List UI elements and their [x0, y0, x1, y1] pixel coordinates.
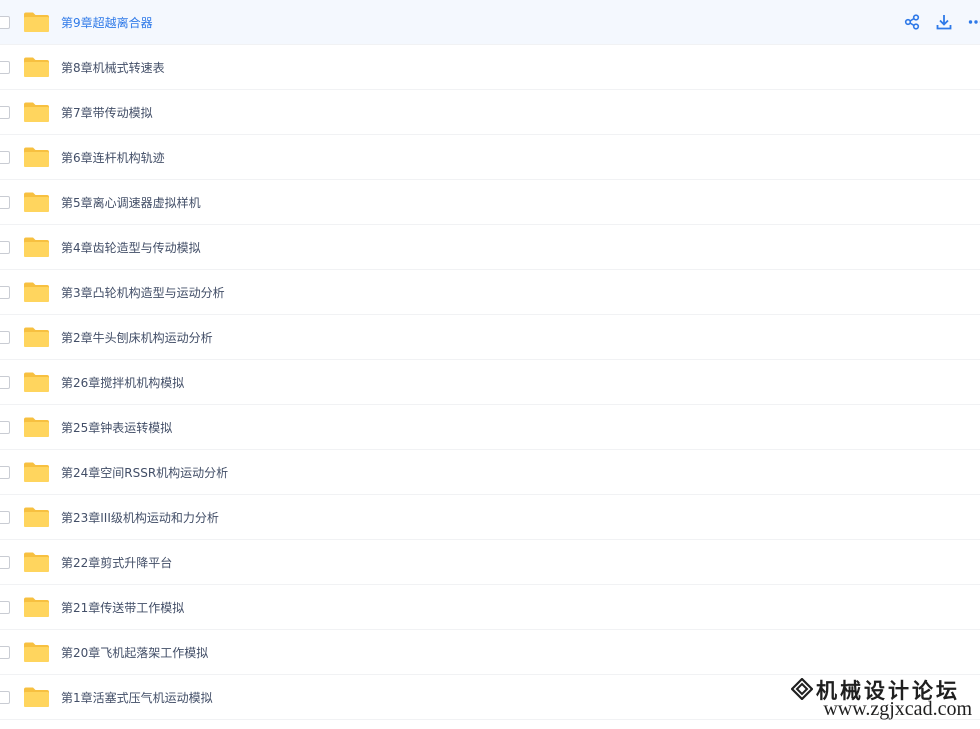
row-checkbox[interactable] — [0, 645, 10, 659]
row-checkbox[interactable] — [0, 600, 10, 614]
file-name[interactable]: 第1章活塞式压气机运动模拟 — [61, 689, 213, 706]
folder-icon — [23, 686, 50, 708]
file-row[interactable]: 第4章齿轮造型与传动模拟 — [0, 225, 980, 270]
row-checkbox[interactable] — [0, 150, 10, 164]
file-row[interactable]: 第5章离心调速器虚拟样机 — [0, 180, 980, 225]
file-row[interactable]: 第6章连杆机构轨迹 — [0, 135, 980, 180]
row-checkbox[interactable] — [0, 690, 10, 704]
folder-icon — [23, 281, 50, 303]
file-row[interactable]: 第3章凸轮机构造型与运动分析 — [0, 270, 980, 315]
row-checkbox[interactable] — [0, 330, 10, 344]
row-checkbox[interactable] — [0, 15, 10, 29]
row-checkbox[interactable] — [0, 420, 10, 434]
file-row[interactable]: 第22章剪式升降平台 — [0, 540, 980, 585]
row-checkbox[interactable] — [0, 555, 10, 569]
file-name[interactable]: 第4章齿轮造型与传动模拟 — [61, 239, 201, 256]
share-icon[interactable] — [902, 12, 922, 32]
file-name[interactable]: 第7章带传动模拟 — [61, 104, 153, 121]
file-row[interactable]: 第2章牛头刨床机构运动分析 — [0, 315, 980, 360]
file-name[interactable]: 第6章连杆机构轨迹 — [61, 149, 165, 166]
file-name[interactable]: 第22章剪式升降平台 — [61, 554, 172, 571]
file-row[interactable]: 第21章传送带工作模拟 — [0, 585, 980, 630]
folder-icon — [23, 56, 50, 78]
folder-icon — [23, 371, 50, 393]
file-name[interactable]: 第25章钟表运转模拟 — [61, 419, 172, 436]
watermark-url: www.zgjxcad.com — [823, 698, 972, 720]
file-row[interactable]: 第9章超越离合器 — [0, 0, 980, 45]
file-name[interactable]: 第8章机械式转速表 — [61, 59, 165, 76]
watermark: 机械设计论坛 www.zgjxcad.com — [787, 675, 972, 721]
file-name[interactable]: 第20章飞机起落架工作模拟 — [61, 644, 208, 661]
folder-icon — [23, 596, 50, 618]
file-row[interactable]: 第7章带传动模拟 — [0, 90, 980, 135]
file-name[interactable]: 第2章牛头刨床机构运动分析 — [61, 329, 213, 346]
forum-logo-icon — [791, 678, 813, 700]
file-name[interactable]: 第9章超越离合器 — [61, 14, 153, 31]
file-name[interactable]: 第5章离心调速器虚拟样机 — [61, 194, 201, 211]
folder-icon — [23, 461, 50, 483]
file-name[interactable]: 第3章凸轮机构造型与运动分析 — [61, 284, 225, 301]
folder-icon — [23, 191, 50, 213]
row-actions — [890, 0, 980, 44]
file-row[interactable]: 第8章机械式转速表 — [0, 45, 980, 90]
row-checkbox[interactable] — [0, 375, 10, 389]
row-checkbox[interactable] — [0, 60, 10, 74]
folder-icon — [23, 236, 50, 258]
file-name[interactable]: 第21章传送带工作模拟 — [61, 599, 184, 616]
row-checkbox[interactable] — [0, 510, 10, 524]
folder-icon — [23, 506, 50, 528]
file-name[interactable]: 第23章III级机构运动和力分析 — [61, 509, 219, 526]
download-icon[interactable] — [934, 12, 954, 32]
row-checkbox[interactable] — [0, 195, 10, 209]
folder-icon — [23, 326, 50, 348]
folder-icon — [23, 641, 50, 663]
folder-icon — [23, 101, 50, 123]
folder-icon — [23, 416, 50, 438]
file-row[interactable]: 第24章空间RSSR机构运动分析 — [0, 450, 980, 495]
folder-icon — [23, 551, 50, 573]
folder-icon — [23, 146, 50, 168]
file-row[interactable]: 第23章III级机构运动和力分析 — [0, 495, 980, 540]
file-name[interactable]: 第26章搅拌机机构模拟 — [61, 374, 184, 391]
file-row[interactable]: 第20章飞机起落架工作模拟 — [0, 630, 980, 675]
file-list: 第9章超越离合器 第8章机械式转速表 第7章带传动模拟 第6章连杆机构轨迹第5章离心调… — [0, 0, 980, 720]
more-icon[interactable] — [966, 12, 980, 32]
row-checkbox[interactable] — [0, 105, 10, 119]
row-checkbox[interactable] — [0, 240, 10, 254]
file-row[interactable]: 第25章钟表运转模拟 — [0, 405, 980, 450]
row-checkbox[interactable] — [0, 285, 10, 299]
file-row[interactable]: 第26章搅拌机机构模拟 — [0, 360, 980, 405]
row-checkbox[interactable] — [0, 465, 10, 479]
file-name[interactable]: 第24章空间RSSR机构运动分析 — [61, 464, 228, 481]
folder-icon — [23, 11, 50, 33]
